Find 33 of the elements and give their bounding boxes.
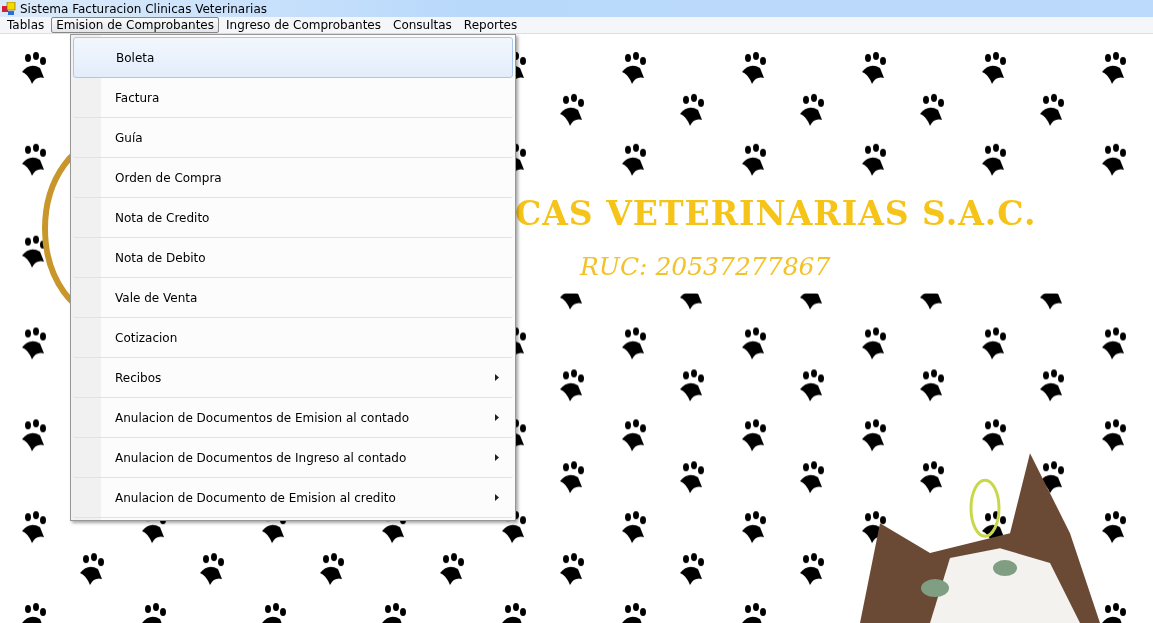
menu-entry-label: Orden de Compra (115, 170, 222, 185)
menu-entry-label: Anulacion de Documentos de Emision al contado (115, 410, 410, 425)
menu-entry[interactable]: Orden de Compra (73, 158, 513, 198)
menu-entry[interactable]: Anulacion de Documentos de Emision al contado (73, 398, 513, 438)
menu-entry[interactable]: Boleta (73, 37, 513, 78)
menu-entry[interactable]: Anulacion de Documentos de Ingreso al contado (73, 438, 513, 478)
menu-item[interactable]: Ingreso de Comprobantes (221, 17, 386, 33)
menu-item[interactable]: Tablas (2, 17, 50, 33)
menu-entry[interactable]: Nota de Debito (73, 238, 513, 278)
menu-entry-label: Factura (115, 90, 160, 105)
menu-entry-label: Recibos (115, 370, 162, 385)
menu-entry-label: Nota de Debito (115, 250, 206, 265)
menu-entry[interactable]: Guía (73, 118, 513, 158)
menu-item[interactable]: Emision de Comprobantes (51, 17, 219, 33)
menu-entry-label: Nota de Credito (115, 210, 210, 225)
menu-entry-label: Anulacion de Documentos de Ingreso al contado (115, 450, 407, 465)
menu-entry-label: Anulacion de Documento de Emision al credito (115, 490, 396, 505)
menu-entry-label: Guía (115, 130, 143, 145)
menu-entry-label: Vale de Venta (115, 290, 198, 305)
menu-item[interactable]: Consultas (388, 17, 457, 33)
menu-entry[interactable]: Anulacion de Documento de Emision al credito (73, 478, 513, 518)
menu-entry[interactable]: Nota de Credito (73, 198, 513, 238)
app-icon (2, 1, 16, 16)
menu-entry[interactable]: Factura (73, 78, 513, 118)
menu-entry[interactable]: Cotizacion (73, 318, 513, 358)
menu-entry-label: Cotizacion (115, 330, 178, 345)
menu-entry-label: Boleta (116, 50, 155, 65)
menu-entry[interactable]: Recibos (73, 358, 513, 398)
ruc-number: RUC: 20537277867 (580, 252, 831, 281)
menu-item[interactable]: Reportes (458, 17, 523, 33)
company-name: CAS VETERINARIAS S.A.C. (515, 194, 1037, 233)
window-title: Sistema Facturacion Clinicas Veterinarias (20, 1, 268, 16)
menu-entry[interactable]: Vale de Venta (73, 278, 513, 318)
